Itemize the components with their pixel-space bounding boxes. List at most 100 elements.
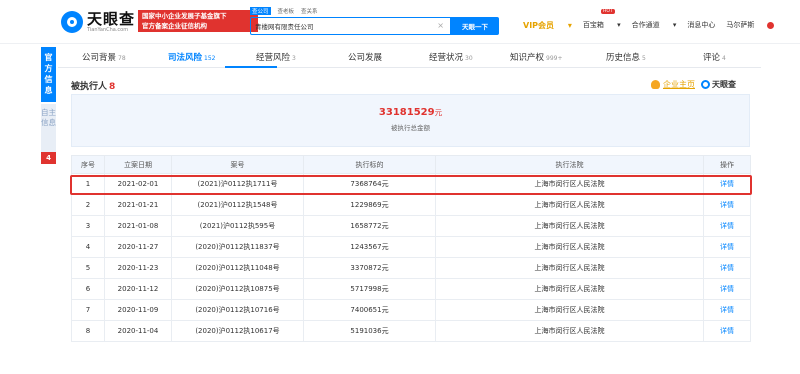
table-row: 3 2021-01-08 (2021)沪0112执595号 1658772元 上海市闵行… [71, 215, 751, 237]
tab-comments[interactable]: 评论 4 [703, 51, 726, 63]
detail-link[interactable]: 详情 [703, 299, 751, 321]
tab-operating-status[interactable]: 经营状况 30 [429, 51, 473, 63]
promo-line-2: 官方备案企业征信机构 [142, 22, 207, 30]
table-cell: 上海市闵行区人民法院 [435, 320, 704, 342]
user-menu[interactable]: 马尔萨斯 [726, 20, 785, 30]
vip-link[interactable]: VIP会员 ▾ [523, 20, 572, 31]
table-row: 1 2021-02-01 (2021)沪0112执1711号 7368764元 上海市闵… [71, 173, 751, 195]
table-row: 5 2020-11-23 (2020)沪0112执11048号 3370872元 上海市… [71, 257, 751, 279]
column-header: 操作 [703, 155, 751, 174]
detail-link[interactable]: 详情 [703, 320, 751, 342]
table-cell: 2020-11-27 [104, 236, 172, 258]
table-cell: 7368764元 [303, 173, 436, 195]
detail-link[interactable]: 详情 [703, 257, 751, 279]
table-cell: 2020-11-09 [104, 299, 172, 321]
search-tab-boss[interactable]: 查老板 [278, 7, 295, 15]
detail-link[interactable]: 详情 [703, 194, 751, 216]
table-header-row: 序号 立案日期 案号 执行标的 执行法院 操作 [71, 155, 751, 174]
table-row: 6 2020-11-12 (2020)沪0112执10875号 5717998元 上海市… [71, 278, 751, 300]
top-nav-links: VIP会员 ▾ 百宝箱 ▾ 合作通道 ▾ 消息中心 马尔萨斯 [523, 17, 796, 33]
section-title: 被执行人 8 [71, 82, 116, 92]
detail-link[interactable]: 详情 [703, 278, 751, 300]
column-header: 案号 [171, 155, 304, 174]
hot-badge: HOT [601, 9, 615, 14]
tab-legal-risk[interactable]: 司法风险 152 [168, 51, 215, 63]
table-cell: 1243567元 [303, 236, 436, 258]
tab-company-background[interactable]: 公司背景 78 [82, 51, 126, 63]
table-cell: 3370872元 [303, 257, 436, 279]
search-tab-relation[interactable]: 查关系 [301, 7, 318, 15]
table-row: 8 2020-11-04 (2020)沪0112执10617号 5191036元 上海市… [71, 320, 751, 342]
table-cell: 5191036元 [303, 320, 436, 342]
table-cell: 2021-01-21 [104, 194, 172, 216]
tab-intellectual-property[interactable]: 知识产权 999+ [510, 51, 563, 63]
table-cell: 上海市闵行区人民法院 [435, 215, 704, 237]
detail-link[interactable]: 详情 [703, 173, 751, 195]
table-cell: 2021-02-01 [104, 173, 172, 195]
section-count: 8 [109, 82, 116, 92]
message-center-link[interactable]: 消息中心 [687, 20, 715, 30]
eye-logo-icon [61, 11, 83, 33]
table-cell: 3 [71, 215, 105, 237]
table-cell: 4 [71, 236, 105, 258]
table-cell: (2021)沪0112执1711号 [171, 173, 304, 195]
table-cell: (2020)沪0112执10617号 [171, 320, 304, 342]
side-tab-self-count: 4 [41, 152, 56, 164]
active-tab-underline [225, 66, 277, 68]
company-home-link[interactable]: 企业主页 [663, 79, 695, 90]
search-button[interactable]: 天眼一下 [451, 17, 499, 35]
table-cell: 上海市闵行区人民法院 [435, 194, 704, 216]
table-cell: (2020)沪0112执10875号 [171, 278, 304, 300]
table-cell: 上海市闵行区人民法院 [435, 173, 704, 195]
table-cell: 1 [71, 173, 105, 195]
table-cell: 1658772元 [303, 215, 436, 237]
promo-line-1: 国家中小企业发展子基金旗下 [142, 12, 227, 20]
logo-text: 天眼查 [87, 10, 136, 28]
logo[interactable]: 天眼查 TianYanCha.com [61, 9, 135, 35]
detail-link[interactable]: 详情 [703, 215, 751, 237]
promo-banner[interactable]: 国家中小企业发展子基金旗下 官方备案企业征信机构 [138, 10, 258, 32]
table-cell: 上海市闵行区人民法院 [435, 257, 704, 279]
table-cell: 上海市闵行区人民法院 [435, 299, 704, 321]
cooperation-link[interactable]: 合作通道 ▾ [632, 20, 677, 30]
table-cell: (2020)沪0112执11837号 [171, 236, 304, 258]
category-tabs: 公司背景 78 司法风险 152 经营风险 3 公司发展 经营状况 30 知识产权 999… [58, 46, 761, 68]
execution-summary: 33181529元 被执行总金额 [71, 94, 750, 147]
clear-icon[interactable]: × [437, 21, 444, 30]
logo-subtext: TianYanCha.com [87, 27, 129, 33]
column-header: 执行法院 [435, 155, 704, 174]
tab-operating-risk[interactable]: 经营风险 3 [256, 51, 296, 63]
table-cell: 2020-11-12 [104, 278, 172, 300]
column-header: 序号 [71, 155, 105, 174]
table-cell: 2020-11-23 [104, 257, 172, 279]
table-cell: 上海市闵行区人民法院 [435, 278, 704, 300]
table-cell: 1229869元 [303, 194, 436, 216]
table-row: 7 2020-11-09 (2020)沪0112执10716号 7400651元 上海市… [71, 299, 751, 321]
search-input-value: 青楼网有限责任公司 [255, 23, 314, 31]
section-actions: 企业主页 天眼查 [651, 79, 736, 90]
table-cell: (2020)沪0112执10716号 [171, 299, 304, 321]
table-cell: 2020-11-04 [104, 320, 172, 342]
side-tab-self[interactable]: 自主信息 [41, 104, 56, 152]
table-row: 2 2021-01-21 (2021)沪0112执1548号 1229869元 上海市闵… [71, 194, 751, 216]
table-cell: 7400651元 [303, 299, 436, 321]
tab-company-development[interactable]: 公司发展 [348, 51, 384, 63]
table-cell: 5717998元 [303, 278, 436, 300]
table-cell: 2021-01-08 [104, 215, 172, 237]
table-cell: (2021)沪0112执1548号 [171, 194, 304, 216]
top-header: 天眼查 TianYanCha.com 国家中小企业发展子基金旗下 官方备案企业征… [0, 0, 800, 44]
search-tab-company[interactable]: 查公司 [250, 7, 271, 15]
search-input[interactable]: 青楼网有限责任公司 × [250, 17, 451, 35]
table-cell: 5 [71, 257, 105, 279]
detail-link[interactable]: 详情 [703, 236, 751, 258]
side-tab-official[interactable]: 官方信息 [41, 47, 56, 102]
toolbox-link[interactable]: 百宝箱 ▾ [583, 20, 621, 30]
table-cell: 7 [71, 299, 105, 321]
total-amount: 33181529元 [378, 107, 443, 118]
brand-watermark: 天眼查 [701, 79, 736, 90]
table-cell: 上海市闵行区人民法院 [435, 236, 704, 258]
table-cell: 2 [71, 194, 105, 216]
avatar [767, 21, 775, 29]
tab-history[interactable]: 历史信息 5 [606, 51, 646, 63]
total-amount-label: 被执行总金额 [391, 124, 430, 132]
